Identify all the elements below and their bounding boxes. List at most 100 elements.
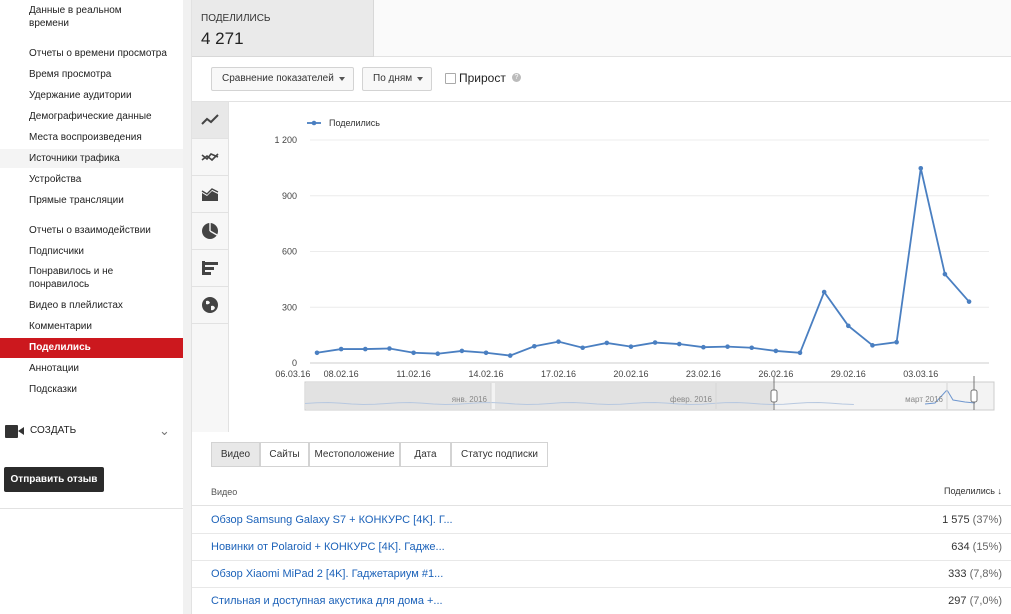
table-header: Видео Поделились ↓ bbox=[192, 478, 1011, 506]
shares-count: 297 bbox=[948, 595, 967, 607]
data-point bbox=[580, 345, 585, 351]
sidebar-item[interactable]: Поделились bbox=[0, 338, 183, 358]
sidebar-item[interactable]: Подписчики bbox=[0, 245, 183, 258]
y-tick-label: 900 bbox=[282, 191, 297, 201]
metric-title: ПОДЕЛИЛИСЬ bbox=[201, 13, 271, 24]
pie-chart-button[interactable] bbox=[192, 213, 228, 250]
x-tick-label: 08.02.16 bbox=[324, 369, 359, 379]
line-chart-button[interactable] bbox=[192, 102, 228, 139]
data-point bbox=[435, 351, 441, 357]
video-title-link[interactable]: Обзор Xiaomi MiPad 2 [4K]. Гаджетариум #… bbox=[211, 568, 443, 580]
data-point bbox=[701, 344, 706, 350]
video-title-link[interactable]: Стильная и доступная акустика для дома +… bbox=[211, 595, 443, 607]
table-row: Обзор Xiaomi MiPad 2 [4K]. Гаджетариум #… bbox=[192, 561, 1011, 588]
data-point bbox=[483, 350, 489, 356]
data-point bbox=[725, 344, 730, 349]
sidebar-item[interactable]: Места воспроизведения bbox=[0, 131, 183, 144]
data-point bbox=[918, 165, 924, 171]
data-point bbox=[966, 299, 972, 304]
data-point bbox=[363, 346, 368, 352]
create-label: СОЗДАТЬ bbox=[30, 425, 77, 436]
data-point bbox=[652, 340, 658, 345]
tab-subscription[interactable]: Статус подписки bbox=[451, 442, 548, 467]
sidebar-item[interactable]: Аннотации bbox=[0, 362, 183, 375]
bar-chart-button[interactable] bbox=[192, 250, 228, 287]
sidebar-item[interactable]: Прямые трансляции bbox=[0, 194, 183, 207]
sidebar-item[interactable]: Удержание аудитории bbox=[0, 89, 183, 102]
x-tick-label: 20.02.16 bbox=[613, 369, 648, 379]
overview-month-label: февр. 2016 bbox=[670, 395, 713, 404]
overview-handle[interactable] bbox=[970, 389, 978, 403]
compare-metrics-label: Сравнение показателей bbox=[222, 73, 334, 84]
x-tick-label: 26.02.16 bbox=[758, 369, 793, 379]
tab-date[interactable]: Дата bbox=[400, 442, 451, 467]
overview-handle[interactable] bbox=[770, 389, 778, 403]
sidebar-item[interactable]: Отчеты о взаимодействии bbox=[0, 224, 183, 237]
data-point bbox=[338, 346, 344, 352]
period-dropdown[interactable]: По дням bbox=[362, 67, 432, 91]
x-tick-label: 14.02.16 bbox=[469, 369, 504, 379]
shares-value: 333 (7,8%) bbox=[948, 568, 1002, 580]
shares-percent: (15%) bbox=[972, 541, 1002, 553]
growth-checkbox[interactable] bbox=[445, 73, 456, 84]
y-tick-label: 600 bbox=[282, 247, 297, 257]
tab-video[interactable]: Видео bbox=[211, 442, 260, 467]
chevron-down-icon[interactable]: ⌄ bbox=[159, 423, 170, 439]
table-row: Обзор Samsung Galaxy S7 + КОНКУРС [4K]. … bbox=[192, 507, 1011, 534]
column-header-shares[interactable]: Поделились ↓ bbox=[944, 486, 1002, 496]
x-tick-label: 23.02.16 bbox=[686, 369, 721, 379]
shares-value: 297 (7,0%) bbox=[948, 595, 1002, 607]
data-point bbox=[773, 348, 779, 354]
video-camera-icon bbox=[5, 425, 24, 438]
column-header-video[interactable]: Видео bbox=[211, 487, 237, 497]
shares-percent: (7,8%) bbox=[969, 568, 1002, 580]
x-tick-label: 11.02.16 bbox=[396, 369, 430, 379]
metric-card-shares[interactable]: ПОДЕЛИЛИСЬ 4 271 bbox=[192, 0, 374, 57]
multi-line-chart-button[interactable] bbox=[192, 139, 228, 176]
area-chart-button[interactable] bbox=[192, 176, 228, 213]
sidebar-item[interactable]: Устройства bbox=[0, 173, 183, 186]
compare-metrics-dropdown[interactable]: Сравнение показателей bbox=[211, 67, 354, 91]
video-title-link[interactable]: Новинки от Polaroid + КОНКУРС [4K]. Гадж… bbox=[211, 541, 445, 553]
sidebar-divider bbox=[0, 508, 183, 509]
caret-down-icon bbox=[339, 77, 345, 81]
x-tick-label: 06.03.16 bbox=[275, 369, 310, 379]
sidebar-item[interactable]: Демографические данные bbox=[0, 110, 183, 123]
sort-arrow-down-icon: ↓ bbox=[997, 486, 1003, 496]
sidebar-item[interactable]: Комментарии bbox=[0, 320, 183, 333]
metric-value: 4 271 bbox=[201, 29, 244, 48]
send-feedback-button[interactable]: Отправить отзыв bbox=[4, 467, 104, 492]
create-menu[interactable]: СОЗДАТЬ ⌄ bbox=[0, 420, 183, 444]
help-icon[interactable]: ? bbox=[512, 73, 521, 82]
main-area: ПОДЕЛИЛИСЬ 4 271 Сравнение показателей П… bbox=[183, 0, 1011, 614]
data-point bbox=[749, 345, 755, 351]
metric-bar bbox=[374, 0, 1011, 57]
sidebar-item[interactable]: Понравилось и не понравилось bbox=[0, 265, 183, 291]
video-title-link[interactable]: Обзор Samsung Galaxy S7 + КОНКУРС [4K]. … bbox=[211, 514, 453, 526]
data-point bbox=[387, 346, 392, 351]
sidebar-item[interactable]: Данные в реальном времени bbox=[0, 4, 183, 30]
sidebar-item[interactable]: Источники трафика bbox=[0, 149, 183, 168]
y-tick-label: 0 bbox=[292, 358, 297, 368]
sidebar-item[interactable]: Отчеты о времени просмотра bbox=[0, 47, 183, 60]
column-header-shares-label: Поделились bbox=[944, 486, 995, 496]
table-row: Стильная и доступная акустика для дома +… bbox=[192, 588, 1011, 614]
caret-down-icon bbox=[417, 77, 423, 81]
data-point bbox=[628, 344, 634, 349]
data-point bbox=[411, 350, 416, 356]
data-point bbox=[604, 340, 610, 346]
data-point bbox=[676, 341, 682, 347]
sidebar-item[interactable]: Подсказки bbox=[0, 383, 183, 396]
chart-type-rail bbox=[192, 102, 229, 432]
map-chart-button[interactable] bbox=[192, 287, 228, 324]
sidebar-item[interactable]: Время просмотра bbox=[0, 68, 183, 81]
multi-line-chart-icon bbox=[201, 153, 219, 162]
shares-count: 1 575 bbox=[942, 514, 970, 526]
line-chart: 0 300 600 900 1 200 08.02.16 11.02.16 14.02.16 1… bbox=[274, 118, 995, 411]
tab-location[interactable]: Местоположение bbox=[309, 442, 400, 467]
shares-count: 634 bbox=[951, 541, 970, 553]
growth-label: Прирост bbox=[459, 71, 506, 85]
sidebar-item[interactable]: Видео в плейлистах bbox=[0, 299, 183, 312]
tab-sites[interactable]: Сайты bbox=[260, 442, 309, 467]
y-tick-label: 1 200 bbox=[274, 135, 297, 145]
